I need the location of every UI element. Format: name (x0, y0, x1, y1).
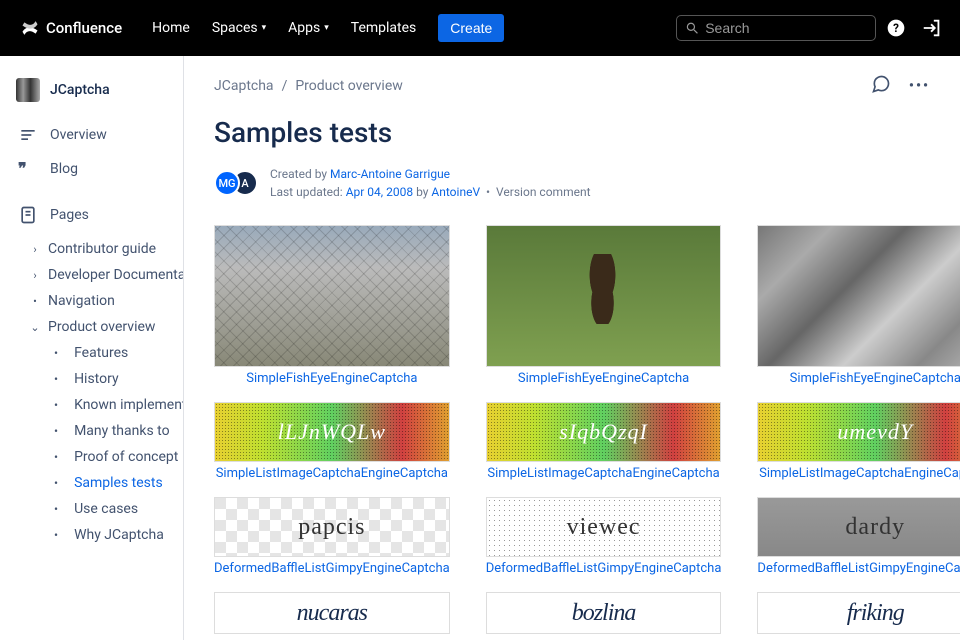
captcha-image[interactable]: dardy (757, 497, 960, 557)
nav-apps[interactable]: Apps▾ (278, 12, 339, 44)
page-actions: ••• (871, 74, 930, 98)
bullet-icon: • (28, 295, 42, 308)
svg-text:?: ? (893, 21, 899, 35)
chevron-down-icon: ⌄ (28, 321, 42, 334)
space-header[interactable]: JCaptcha (8, 72, 183, 118)
space-avatar (16, 78, 40, 102)
byline: MG A Created by Marc-Antoine Garrigue La… (214, 165, 930, 201)
tree-item[interactable]: Why JCaptcha (28, 522, 183, 548)
author-link[interactable]: Marc-Antoine Garrigue (330, 167, 450, 181)
tree-item[interactable]: Samples tests (28, 470, 183, 496)
page-content: JCaptcha / Product overview ••• Samples … (184, 56, 960, 640)
comments-icon[interactable] (871, 74, 891, 98)
caption-link[interactable]: DeformedBaffleListGimpyEngineCaptcha (757, 561, 960, 576)
primary-nav: Home Spaces▾ Apps▾ Templates (142, 12, 426, 44)
captcha-image[interactable] (757, 225, 960, 367)
version-comment[interactable]: Version comment (496, 185, 590, 199)
global-nav: Confluence Home Spaces▾ Apps▾ Templates … (0, 0, 960, 56)
captcha-image[interactable] (486, 225, 722, 367)
confluence-logo[interactable]: Confluence (12, 18, 130, 38)
chevron-right-icon: › (28, 269, 42, 282)
chevron-right-icon: › (28, 243, 42, 256)
tree-item[interactable]: Use cases (28, 496, 183, 522)
tree-item[interactable]: ›Developer Documenta... (8, 262, 183, 288)
gallery-cell: papcis DeformedBaffleListGimpyEngineCaptc… (214, 497, 450, 576)
page-tree: ›Contributor guide›Developer Documenta..… (8, 236, 183, 548)
chevron-down-icon: ▾ (262, 23, 267, 33)
tree-item[interactable]: Known implement... (28, 392, 183, 418)
pages-icon (18, 205, 38, 225)
nav-templates[interactable]: Templates (341, 12, 427, 44)
captcha-image[interactable] (214, 225, 450, 367)
search-input[interactable] (705, 20, 867, 36)
caption-link[interactable]: SimpleFishEyeEngineCaptcha (214, 371, 450, 386)
help-icon[interactable]: ? (880, 12, 912, 44)
gallery-cell: sIqbQzqI SimpleListImageCaptchaEngineCapt… (486, 402, 722, 481)
sidebar-overview[interactable]: Overview (8, 118, 183, 152)
gallery-cell: SimpleFishEyeEngineCaptcha (757, 225, 960, 386)
sidebar-blog[interactable]: ❞ Blog (8, 152, 183, 186)
gallery-cell: dardy DeformedBaffleListGimpyEngineCaptch… (757, 497, 960, 576)
breadcrumb-link[interactable]: JCaptcha (214, 78, 274, 94)
captcha-image[interactable]: sIqbQzqI (486, 402, 722, 462)
tree-item[interactable]: Many thanks to (28, 418, 183, 444)
sidebar-pages[interactable]: Pages (8, 198, 183, 232)
tree-item[interactable]: ›Contributor guide (8, 236, 183, 262)
gallery-cell: nucaras (214, 592, 450, 634)
create-button[interactable]: Create (438, 14, 504, 42)
gallery-cell: SimpleFishEyeEngineCaptcha (486, 225, 722, 386)
gallery-cell: SimpleFishEyeEngineCaptcha (214, 225, 450, 386)
captcha-image[interactable]: viewec (486, 497, 722, 557)
nav-spaces[interactable]: Spaces▾ (202, 12, 276, 44)
gallery-cell: lLJnWQLw SimpleListImageCaptchaEngineCapt… (214, 402, 450, 481)
chevron-down-icon: ▾ (324, 23, 329, 33)
tree-item[interactable]: History (28, 366, 183, 392)
blog-icon: ❞ (18, 159, 38, 179)
space-sidebar: JCaptcha Overview ❞ Blog Pages ›Contribu… (0, 56, 184, 640)
captcha-image[interactable]: papcis (214, 497, 450, 557)
overview-icon (18, 125, 38, 145)
tree-item[interactable]: Proof of concept (28, 444, 183, 470)
updater-link[interactable]: AntoineV (431, 185, 480, 199)
search-icon (685, 20, 699, 36)
nav-home[interactable]: Home (142, 12, 200, 44)
updated-date-link[interactable]: Apr 04, 2008 (346, 185, 413, 199)
login-icon[interactable] (916, 12, 948, 44)
tree-item[interactable]: ⌄Product overview (8, 314, 183, 340)
gallery-cell: bozlina (486, 592, 722, 634)
caption-link[interactable]: DeformedBaffleListGimpyEngineCaptcha (486, 561, 722, 576)
caption-link[interactable]: DeformedBaffleListGimpyEngineCaptcha (214, 561, 450, 576)
confluence-icon (20, 18, 40, 38)
sample-gallery: SimpleFishEyeEngineCaptcha SimpleFishEyeE… (214, 225, 930, 634)
gallery-cell: umevdY SimpleListImageCaptchaEngineCaptch… (757, 402, 960, 481)
search-box[interactable] (676, 15, 876, 41)
page-title: Samples tests (214, 116, 930, 149)
contributor-avatars: MG A (214, 170, 258, 196)
more-actions-icon[interactable]: ••• (909, 78, 930, 94)
space-name: JCaptcha (50, 82, 110, 98)
tree-item[interactable]: •Navigation (8, 288, 183, 314)
captcha-image[interactable]: lLJnWQLw (214, 402, 450, 462)
gallery-cell: friking (757, 592, 960, 634)
tree-item[interactable]: Features (28, 340, 183, 366)
captcha-image[interactable]: umevdY (757, 402, 960, 462)
captcha-image[interactable]: friking (757, 592, 960, 634)
product-name: Confluence (46, 19, 122, 37)
caption-link[interactable]: SimpleFishEyeEngineCaptcha (757, 371, 960, 386)
breadcrumbs: JCaptcha / Product overview (214, 78, 403, 94)
caption-link[interactable]: SimpleListImageCaptchaEngineCaptcha (486, 466, 722, 481)
caption-link[interactable]: SimpleListImageCaptchaEngineCaptcha (757, 466, 960, 481)
captcha-image[interactable]: nucaras (214, 592, 450, 634)
breadcrumb-link[interactable]: Product overview (295, 78, 402, 94)
caption-link[interactable]: SimpleFishEyeEngineCaptcha (486, 371, 722, 386)
avatar[interactable]: MG (214, 170, 240, 196)
gallery-cell: viewec DeformedBaffleListGimpyEngineCaptc… (486, 497, 722, 576)
captcha-image[interactable]: bozlina (486, 592, 722, 634)
caption-link[interactable]: SimpleListImageCaptchaEngineCaptcha (214, 466, 450, 481)
